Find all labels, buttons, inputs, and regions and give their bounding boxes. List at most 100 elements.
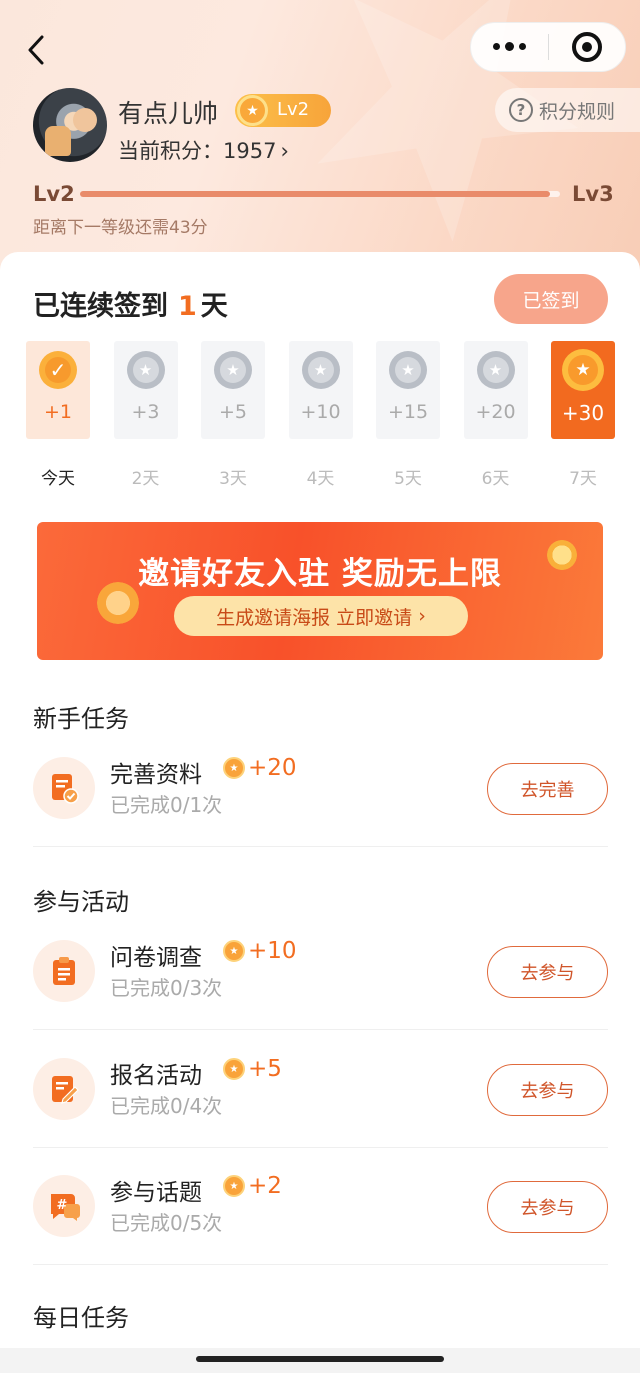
day-card-6: ★ +20 xyxy=(463,341,528,439)
level-badge: ★ Lv2 xyxy=(235,94,331,127)
day-card-1: ✓ +1 xyxy=(26,341,90,439)
level-progress-bar xyxy=(80,191,560,197)
next-level-label: Lv3 xyxy=(572,182,614,206)
signin-title-suffix: 天 xyxy=(200,291,228,322)
task-reward: ★ +2 xyxy=(223,1173,282,1199)
check-coin-icon: ✓ xyxy=(39,351,77,389)
task-progress: 已完成0/1次 xyxy=(110,793,223,817)
task-row-event: 报名活动 ★ +5 已完成0/4次 去参与 xyxy=(33,1030,608,1148)
day-label: 今天 xyxy=(41,469,75,489)
clipboard-icon xyxy=(53,957,75,985)
points-link[interactable]: 当前积分：1957 › xyxy=(118,135,289,165)
more-menu-button[interactable] xyxy=(471,23,548,71)
points-value: 1957 xyxy=(223,139,277,163)
home-indicator[interactable] xyxy=(196,1356,444,1362)
task-progress: 已完成0/4次 xyxy=(110,1094,223,1118)
task-reward-points: +20 xyxy=(248,755,297,781)
avatar[interactable] xyxy=(33,88,107,162)
star-coin-icon: ★ xyxy=(223,1058,245,1080)
star-coin-icon: ★ xyxy=(223,940,245,962)
task-reward: ★ +5 xyxy=(223,1056,282,1082)
chevron-right-icon: › xyxy=(280,139,289,163)
task-title: 完善资料 xyxy=(110,762,202,788)
task-title: 参与话题 xyxy=(110,1180,202,1206)
task-icon-wrap xyxy=(33,757,95,819)
star-coin-icon: ★ xyxy=(126,351,165,389)
invite-banner[interactable]: 邀请好友入驻 奖励无上限 生成邀请海报 立即邀请 › xyxy=(37,522,603,660)
chevron-left-icon xyxy=(28,35,44,65)
day-card-2: ★ +3 xyxy=(113,341,178,439)
topic-hashtag-icon: # xyxy=(51,1194,80,1221)
day-label: 3天 xyxy=(219,469,247,489)
more-dots-icon xyxy=(492,42,526,51)
day-reward: +3 xyxy=(131,401,160,423)
task-reward: ★ +10 xyxy=(223,938,297,964)
task-icon-wrap xyxy=(33,1058,95,1120)
star-coin-icon: ★ xyxy=(223,757,245,779)
mini-program-capsule xyxy=(470,22,626,72)
day-card-5: ★ +15 xyxy=(376,341,440,439)
streak-days: 1 xyxy=(178,291,197,322)
task-row-survey: 问卷调查 ★ +10 已完成0/3次 去参与 xyxy=(33,912,608,1030)
star-coin-icon: ★ xyxy=(301,351,340,389)
current-level-label: Lv2 xyxy=(33,182,75,206)
bottom-bar xyxy=(0,1348,640,1373)
star-coin-icon: ★ xyxy=(389,351,427,389)
complete-profile-button[interactable]: 去完善 xyxy=(487,763,608,815)
day-card-3: ★ +5 xyxy=(201,341,265,439)
points-rules-button[interactable]: ? 积分规则 xyxy=(495,88,640,132)
row-divider xyxy=(33,1264,608,1265)
signin-streak-title: 已连续签到 1 天 xyxy=(33,284,228,323)
invite-title: 邀请好友入驻 奖励无上限 xyxy=(138,556,502,592)
signin-days: ✓ +1 今天 ★ +3 2天 ★ +5 3天 ★ +10 4天 ★ +15 5… xyxy=(26,341,616,491)
day-reward: +5 xyxy=(218,401,247,423)
points-rules-label: 积分规则 xyxy=(539,100,616,123)
task-icon-wrap: # xyxy=(33,1175,95,1237)
join-topic-button[interactable]: 去参与 xyxy=(487,1181,608,1233)
task-icon-wrap xyxy=(33,940,95,1002)
task-reward-points: +10 xyxy=(248,938,297,964)
day-label: 4天 xyxy=(306,469,335,489)
row-divider xyxy=(33,846,608,847)
target-close-icon xyxy=(571,32,602,62)
invite-cta-label: 生成邀请海报 立即邀请 xyxy=(216,606,413,629)
task-progress: 已完成0/5次 xyxy=(110,1211,223,1235)
day-label: 7天 xyxy=(569,469,597,489)
task-title: 报名活动 xyxy=(110,1063,202,1089)
invite-cta-button[interactable]: 生成邀请海报 立即邀请 › xyxy=(174,596,468,636)
join-event-button[interactable]: 去参与 xyxy=(487,1064,608,1116)
signin-title-prefix: 已连续签到 xyxy=(33,291,168,322)
task-row-topic: # 参与话题 ★ +2 已完成0/5次 去参与 xyxy=(33,1147,608,1265)
day-label: 6天 xyxy=(481,469,510,489)
day-reward: +10 xyxy=(300,401,341,423)
day-card-7: ★ +30 xyxy=(551,341,615,439)
star-coin-icon: ★ xyxy=(223,1175,245,1197)
signed-in-button[interactable]: 已签到 xyxy=(494,274,608,324)
close-program-button[interactable] xyxy=(549,23,626,71)
day-reward: +20 xyxy=(475,401,516,423)
back-button[interactable] xyxy=(18,30,54,70)
star-coin-icon: ★ xyxy=(562,349,604,391)
task-row-profile: 完善资料 ★ +20 已完成0/1次 去完善 xyxy=(33,729,608,847)
content-card: 已连续签到 1 天 已签到 ✓ +1 今天 ★ +3 2天 ★ +5 3天 ★ +1… xyxy=(0,252,640,1348)
task-progress: 已完成0/3次 xyxy=(110,976,223,1000)
points-label: 当前积分： xyxy=(118,139,223,163)
day-label: 5天 xyxy=(394,469,422,489)
level-badge-label: Lv2 xyxy=(277,99,310,120)
star-coin-icon: ★ xyxy=(237,95,268,126)
user-name: 有点儿帅 xyxy=(118,99,219,128)
profile-doc-icon xyxy=(52,774,79,804)
day-card-4: ★ +10 xyxy=(288,341,353,439)
day-reward: +15 xyxy=(387,401,429,423)
edit-form-icon xyxy=(52,1076,79,1104)
section-title-daily: 每日任务 xyxy=(33,1304,129,1332)
chevron-right-icon: › xyxy=(418,605,426,627)
star-coin-icon: ★ xyxy=(214,351,252,389)
day-reward: +30 xyxy=(561,401,605,425)
level-progress-fill xyxy=(80,191,551,197)
svg-text:#: # xyxy=(57,1198,68,1213)
star-coin-icon: ★ xyxy=(476,351,515,389)
task-title: 问卷调查 xyxy=(110,945,202,971)
join-survey-button[interactable]: 去参与 xyxy=(487,946,608,998)
task-reward-points: +2 xyxy=(248,1173,282,1199)
